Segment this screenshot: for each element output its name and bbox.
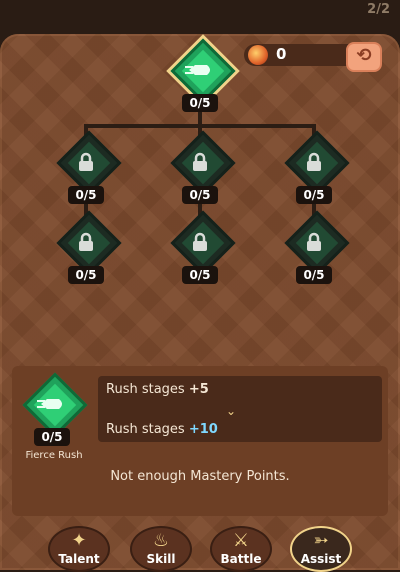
talent-node-locked[interactable]: 0/5 — [284, 130, 350, 210]
talent-node-locked[interactable]: 0/5 — [56, 130, 122, 210]
reset-button[interactable]: ⟲ — [346, 42, 382, 72]
crossed-swords-icon: ⚔ — [232, 530, 250, 551]
fish-dash-icon — [37, 399, 62, 409]
tab-skill[interactable]: ♨ Skill — [130, 526, 192, 572]
node-count: 0/5 — [296, 266, 332, 284]
current-effect: Rush stages +5 — [106, 382, 209, 397]
node-count: 0/5 — [182, 94, 218, 112]
fish-dash-icon — [185, 65, 210, 75]
talent-node-locked[interactable]: 0/5 — [170, 130, 236, 210]
page-indicator: 2/2 — [367, 2, 390, 17]
next-effect: Rush stages +10 — [106, 422, 218, 437]
hands-icon: ✦ — [71, 530, 87, 551]
selected-talent-icon: 0/5 — [22, 372, 88, 452]
talent-node-locked[interactable]: 0/5 — [170, 210, 236, 290]
node-count: 0/5 — [296, 186, 332, 204]
flame-icon: ♨ — [152, 530, 170, 551]
tab-assist[interactable]: ➳ Assist — [290, 526, 352, 572]
mastery-warning: Not enough Mastery Points. — [110, 469, 290, 484]
lock-icon — [79, 232, 93, 251]
lock-icon — [193, 232, 207, 251]
lock-icon — [193, 152, 207, 171]
mastery-points-value: 0 — [276, 45, 287, 63]
lock-icon — [79, 152, 93, 171]
node-count: 0/5 — [182, 266, 218, 284]
arrow-icon: ➳ — [313, 530, 329, 551]
tab-battle[interactable]: ⚔ Battle — [210, 526, 272, 572]
tab-talent[interactable]: ✦ Talent — [48, 526, 110, 572]
talent-node-locked[interactable]: 0/5 — [284, 210, 350, 290]
talent-node-locked[interactable]: 0/5 — [56, 210, 122, 290]
selected-talent-count: 0/5 — [34, 428, 70, 446]
lock-icon — [307, 232, 321, 251]
lock-icon — [307, 152, 321, 171]
node-count: 0/5 — [68, 266, 104, 284]
talent-name: Fierce Rush — [25, 450, 83, 461]
reset-icon: ⟲ — [356, 45, 372, 66]
node-count: 0/5 — [68, 186, 104, 204]
chevron-down-icon: ⌄ — [226, 404, 237, 418]
bottom-tab-bar: ✦ Talent ♨ Skill ⚔ Battle ➳ Assist — [0, 520, 400, 572]
talent-node-root[interactable]: 0/5 — [170, 38, 236, 118]
node-count: 0/5 — [182, 186, 218, 204]
potion-icon — [248, 45, 268, 65]
